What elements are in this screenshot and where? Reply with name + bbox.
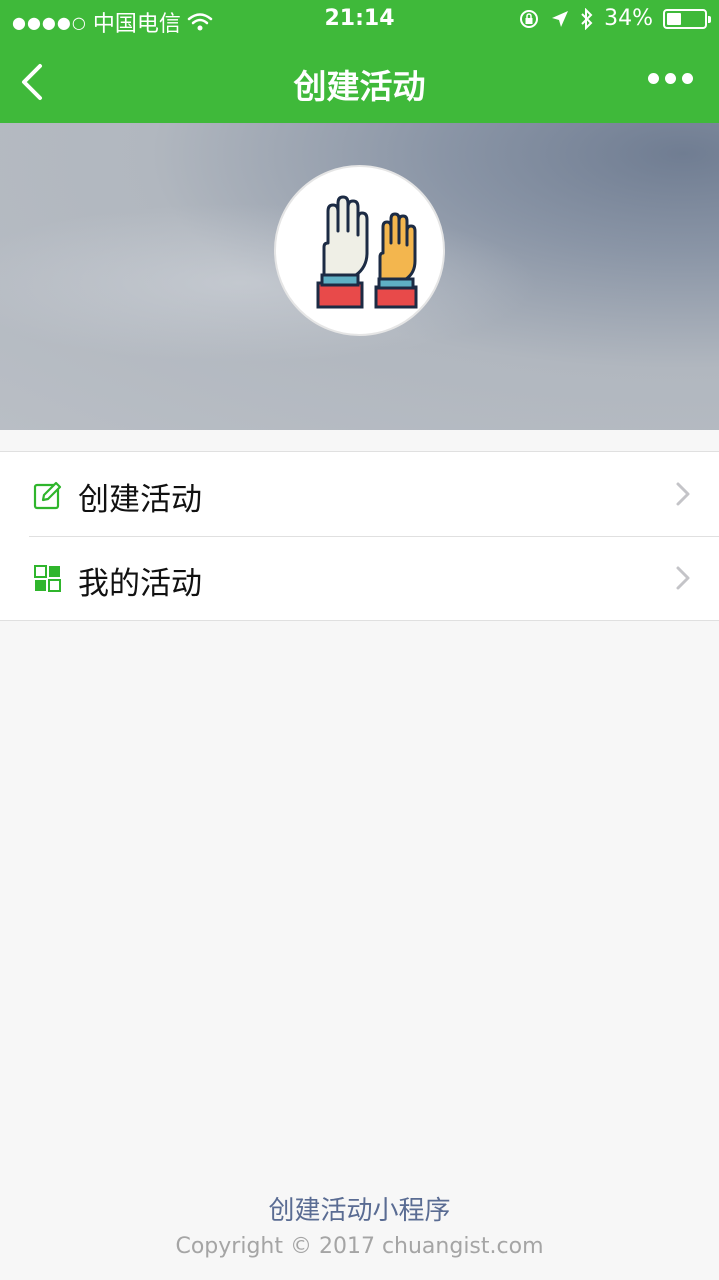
orientation-lock-icon [520, 9, 539, 28]
menu-item-my-activities[interactable]: 我的活动 [0, 536, 719, 620]
battery-percent: 34% [604, 6, 653, 31]
avatar [274, 165, 445, 336]
location-arrow-icon [552, 10, 569, 27]
grid-icon [34, 565, 61, 592]
edit-icon [33, 481, 62, 510]
status-right: 34% [518, 6, 711, 31]
nav-bar: 创建活动 [0, 40, 719, 123]
battery-icon [663, 8, 711, 29]
more-dots-icon[interactable] [648, 73, 693, 84]
status-bar: ●●●●○ 中国电信 21:14 34% [0, 0, 719, 40]
menu-item-label: 创建活动 [78, 482, 202, 518]
menu-item-create-activity[interactable]: 创建活动 [0, 452, 719, 536]
chevron-right-icon [676, 482, 690, 506]
menu-list: 创建活动 我的活动 [0, 451, 719, 621]
menu-item-label: 我的活动 [78, 566, 202, 602]
footer-copyright: Copyright © 2017 chuangist.com [175, 1234, 544, 1259]
footer-app-name[interactable]: 创建活动小程序 [0, 1190, 719, 1227]
page-title: 创建活动 [293, 67, 426, 106]
raised-hands-icon [316, 195, 417, 308]
bluetooth-icon [581, 7, 593, 30]
chevron-right-icon [676, 566, 690, 590]
app-header: ●●●●○ 中国电信 21:14 34% 创建活动 [0, 0, 719, 123]
